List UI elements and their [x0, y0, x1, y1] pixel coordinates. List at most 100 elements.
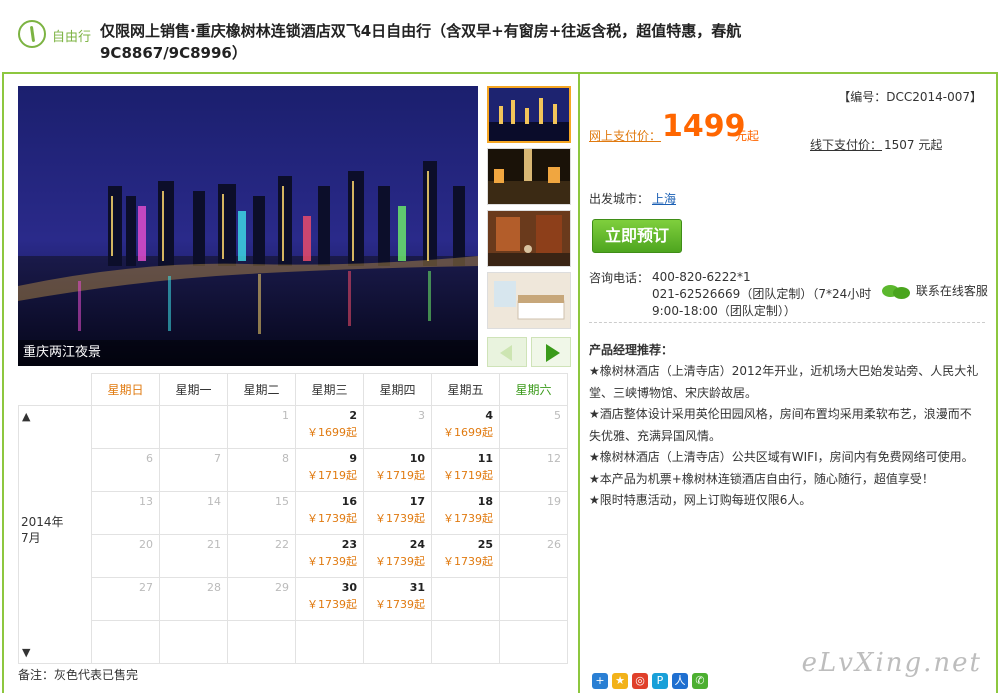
calendar-day-price: ￥1739起 — [307, 598, 357, 611]
recommend-item: ★橡树林酒店（上清寺店）2012年开业，近机场大巴始发站旁、人民大礼堂、三峡博物… — [589, 364, 979, 400]
free-travel-icon — [18, 20, 46, 48]
calendar-day: 21 — [159, 534, 228, 578]
weekday-header: 星期一 — [159, 373, 228, 406]
calendar-day: 28 — [159, 577, 228, 621]
calendar-day-number: 7 — [214, 452, 221, 465]
calendar-day — [499, 620, 568, 664]
calendar-corner — [18, 373, 92, 406]
calendar-day-price: ￥1739起 — [443, 512, 493, 525]
calendar-day: 8 — [227, 448, 296, 492]
share-weibo-icon[interactable]: ◎ — [632, 673, 648, 689]
calendar-day-available[interactable]: 24 ￥1739起 — [363, 534, 432, 578]
calendar-day-available[interactable]: 16 ￥1739起 — [295, 491, 364, 535]
calendar-day-available[interactable]: 11 ￥1719起 — [431, 448, 500, 492]
book-now-button[interactable]: 立即预订 — [592, 219, 682, 253]
thumb-hotel-room[interactable] — [487, 272, 571, 329]
chat-bubble-icon — [882, 284, 912, 300]
calendar-day-number: 10 — [409, 452, 425, 465]
calendar-day-number: 18 — [477, 495, 493, 508]
calendar-day: 22 — [227, 534, 296, 578]
calendar-day-number: 23 — [341, 538, 357, 551]
calendar-day-available[interactable]: 18 ￥1739起 — [431, 491, 500, 535]
thumb-prev-button[interactable] — [487, 337, 527, 367]
calendar-day-number: 4 — [485, 409, 493, 422]
recommend-item: ★限时特惠活动，网上订购每班仅限6人。 — [589, 493, 812, 507]
site-watermark: eLvXing.net — [801, 648, 982, 678]
calendar-day-price: ￥1739起 — [307, 512, 357, 525]
thumb-night-city[interactable] — [487, 86, 571, 143]
manager-recommend-list: ★橡树林酒店（上清寺店）2012年开业，近机场大巴始发站旁、人民大礼堂、三峡博物… — [589, 361, 981, 512]
calendar-day — [91, 405, 160, 449]
calendar-day-number: 22 — [275, 538, 289, 551]
calendar-day: 20 — [91, 534, 160, 578]
calendar-day-available[interactable]: 4 ￥1699起 — [431, 405, 500, 449]
thumb-nav — [487, 337, 571, 367]
calendar-day-price: ￥1699起 — [443, 426, 493, 439]
calendar-day-available[interactable]: 17 ￥1739起 — [363, 491, 432, 535]
calendar-day-price: ￥1719起 — [307, 469, 357, 482]
share-qzone-icon[interactable]: ★ — [612, 673, 628, 689]
calendar-day — [227, 620, 296, 664]
calendar-day-number: 26 — [547, 538, 561, 551]
share-bar: + ★ ◎ P 人 ✆ — [592, 673, 712, 689]
calendar-day-available[interactable]: 25 ￥1739起 — [431, 534, 500, 578]
calendar-day-number: 9 — [349, 452, 357, 465]
share-renren-icon[interactable]: 人 — [672, 673, 688, 689]
calendar-day: 15 — [227, 491, 296, 535]
calendar-day-available[interactable]: 31 ￥1739起 — [363, 577, 432, 621]
page-header: 自由行 仅限网上销售·重庆橡树林连锁酒店双飞4日自由行（含双早+有窗房+往返含税… — [0, 0, 999, 72]
recommend-item: ★酒店整体设计采用英伦田园风格，房间布置均采用柔软布艺，浪漫而不失优雅、充满异国… — [589, 407, 972, 443]
weekday-header: 星期日 — [91, 373, 160, 406]
thumb-street[interactable] — [487, 148, 571, 205]
calendar-day: 1 — [227, 405, 296, 449]
calendar-day-number: 12 — [547, 452, 561, 465]
calendar-day-number: 1 — [282, 409, 289, 422]
calendar-day-available[interactable]: 30 ￥1739起 — [295, 577, 364, 621]
calendar-day-number: 16 — [341, 495, 357, 508]
online-price-unit: 元起 — [735, 129, 760, 143]
calendar-day: 5 — [499, 405, 568, 449]
depart-city-link[interactable]: 上海 — [652, 190, 676, 207]
calendar-day-number: 8 — [282, 452, 289, 465]
thumb-next-button[interactable] — [531, 337, 571, 367]
section-separator — [589, 322, 985, 323]
calendar-day-number: 25 — [477, 538, 493, 551]
weekday-header: 星期二 — [227, 373, 296, 406]
online-service-link[interactable]: 联系在线客服 — [882, 282, 988, 300]
calendar-day: 19 — [499, 491, 568, 535]
calendar-day — [499, 577, 568, 621]
calendar-week-row: 27 28 29 30 ￥1739起 31 ￥1739起 — [19, 577, 568, 621]
online-price-label[interactable]: 网上支付价： — [589, 127, 661, 144]
calendar-day-number: 21 — [207, 538, 221, 551]
weekday-header: 星期六 — [499, 373, 568, 406]
calendar-day-available[interactable]: 10 ￥1719起 — [363, 448, 432, 492]
main-photo[interactable]: 重庆两江夜景 — [18, 86, 478, 366]
calendar-day — [91, 620, 160, 664]
prev-month-arrow-icon[interactable]: ▲ — [22, 410, 30, 423]
price-calendar: 星期日 星期一 星期二 星期三 星期四 星期五 星期六 ▲ 2014年 7月 ▼ 1 2 ￥… — [18, 373, 568, 664]
calendar-day — [363, 620, 432, 664]
calendar-day — [431, 577, 500, 621]
depart-city-label: 出发城市： — [589, 192, 650, 206]
calendar-day-available[interactable]: 2 ￥1699起 — [295, 405, 364, 449]
share-wechat-icon[interactable]: ✆ — [692, 673, 708, 689]
share-pengyou-icon[interactable]: P — [652, 673, 668, 689]
calendar-day: 3 — [363, 405, 432, 449]
calendar-day-available[interactable]: 9 ￥1719起 — [295, 448, 364, 492]
calendar-day-number: 11 — [477, 452, 493, 465]
calendar-day-number: 20 — [139, 538, 153, 551]
calendar-day-available[interactable]: 23 ￥1739起 — [295, 534, 364, 578]
weekday-header: 星期三 — [295, 373, 364, 406]
free-travel-tag: 自由行 — [52, 30, 92, 45]
weekday-header: 星期四 — [363, 373, 432, 406]
recommend-item: ★橡树林酒店（上清寺店）公共区域有WIFI，房间内有免费网络可使用。 — [589, 450, 974, 464]
calendar-day: 6 — [91, 448, 160, 492]
calendar-day: 29 — [227, 577, 296, 621]
thumb-old-town[interactable] — [487, 210, 571, 267]
calendar-week-row: 6 7 8 9 ￥1719起 10 ￥1719起 11 ￥1719起 12 — [19, 448, 568, 492]
offline-price-label[interactable]: 线下支付价： — [810, 136, 882, 153]
calendar-month: 2014年 7月 — [21, 514, 64, 546]
phone-line: 021-62526669（团队定制）（7*24小时 — [652, 287, 872, 301]
next-month-arrow-icon[interactable]: ▼ — [22, 646, 30, 659]
share-plus-icon[interactable]: + — [592, 673, 608, 689]
